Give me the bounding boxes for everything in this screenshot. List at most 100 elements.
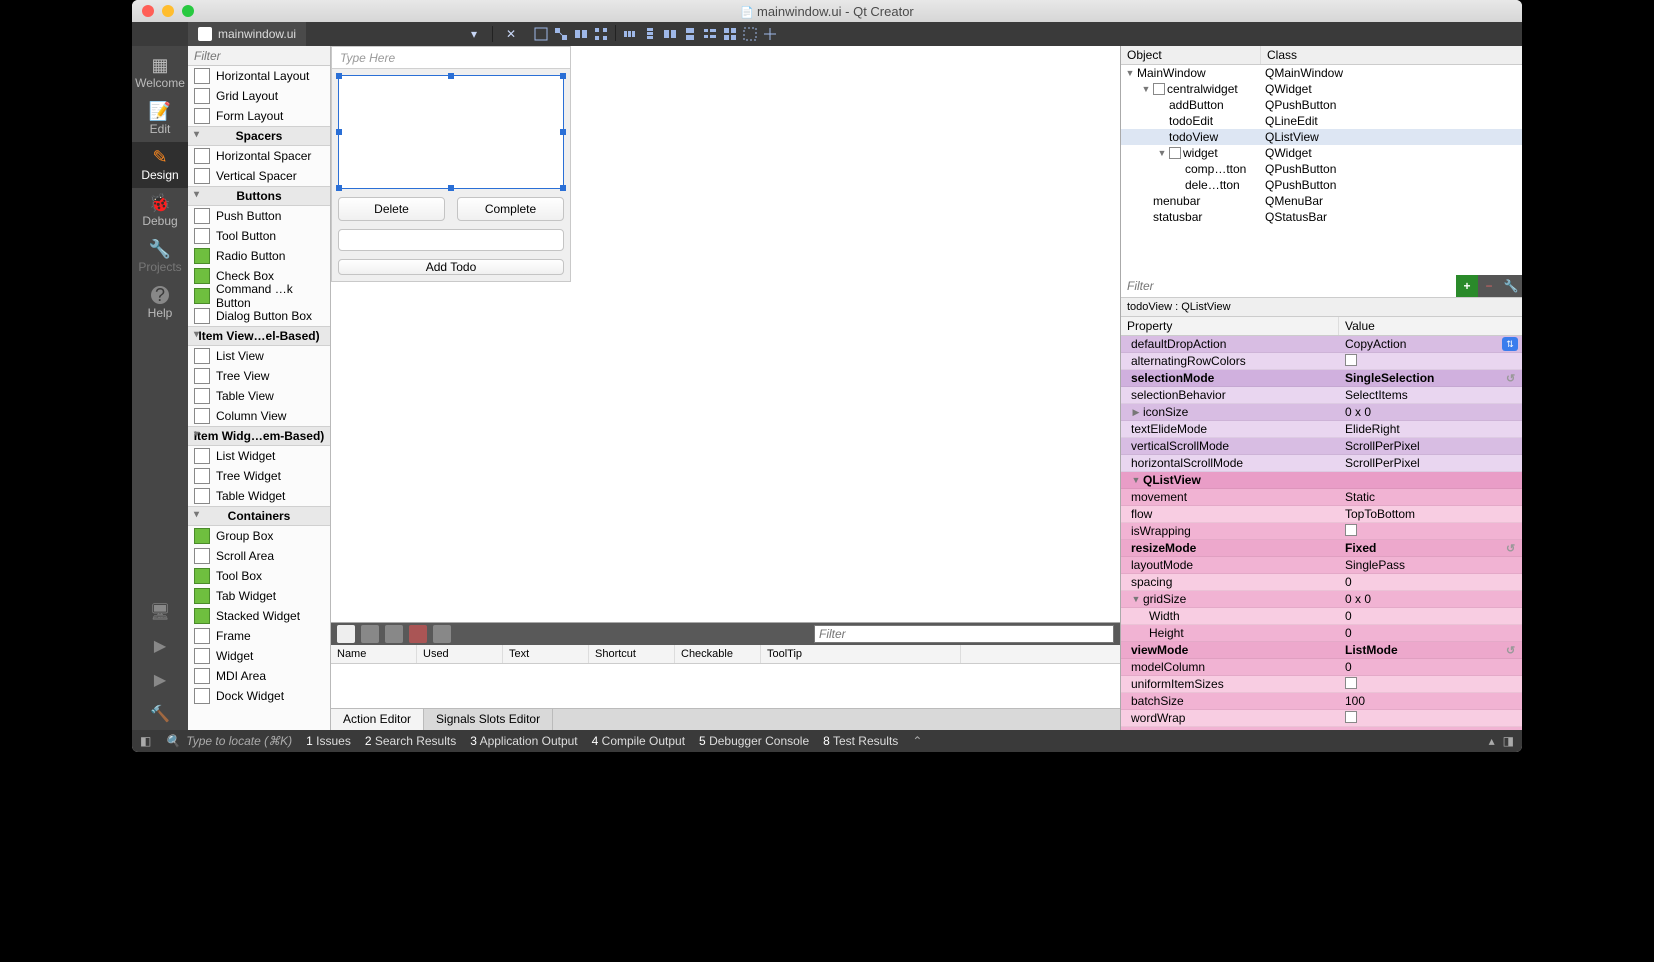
action-column-header[interactable]: Used [417,645,503,663]
paste-action-icon[interactable] [385,625,403,643]
widgetbox-item[interactable]: List View [188,346,330,366]
output-pane-button[interactable]: 2 Search Results [365,734,456,748]
property-row[interactable]: flowTopToBottom [1121,506,1522,523]
widgetbox-item[interactable]: Widget [188,646,330,666]
mode-welcome[interactable]: ▦Welcome [132,50,188,96]
property-row[interactable]: modelColumn0 [1121,659,1522,676]
remove-property-button[interactable]: − [1478,275,1500,297]
run-icon[interactable]: ▶ [154,636,166,656]
widgetbox-item[interactable]: Scroll Area [188,546,330,566]
widgetbox-item[interactable]: Radio Button [188,246,330,266]
delete-action-icon[interactable] [409,625,427,643]
property-row[interactable]: ▼QListView [1121,472,1522,489]
mode-projects[interactable]: 🔧Projects [132,234,188,280]
reset-property-icon[interactable]: ↺ [1506,644,1520,658]
configure-action-icon[interactable] [433,625,451,643]
adjust-size-icon[interactable] [761,25,779,43]
tab-action-editor[interactable]: Action Editor [331,709,424,730]
checkbox[interactable] [1345,524,1357,536]
output-pane-button[interactable]: 5 Debugger Console [699,734,809,748]
widgetbox-item[interactable]: MDI Area [188,666,330,686]
property-row[interactable]: selectionBehaviorSelectItems [1121,387,1522,404]
output-pane-button[interactable]: 8 Test Results [823,734,898,748]
layout-vertical-icon[interactable] [641,25,659,43]
widgetbox-item[interactable]: Tab Widget [188,586,330,606]
delete-button[interactable]: Delete [338,197,445,221]
mode-help[interactable]: ?Help [132,280,188,326]
todo-listview-selected[interactable] [338,75,564,189]
property-row[interactable]: layoutModeSinglePass [1121,557,1522,574]
widgetbox-category[interactable]: Containers [188,506,330,526]
widgetbox-item[interactable]: Command …k Button [188,286,330,306]
widgetbox-item[interactable]: List Widget [188,446,330,466]
design-canvas[interactable]: Type Here Delete Complete [331,46,1120,622]
file-tab[interactable]: mainwindow.ui [188,22,306,46]
output-pane-button[interactable]: 4 Compile Output [592,734,685,748]
widgetbox-item[interactable]: Tool Button [188,226,330,246]
window-minimize-button[interactable] [162,5,174,17]
widgetbox-category[interactable]: Buttons [188,186,330,206]
widgetbox-item[interactable]: Dialog Button Box [188,306,330,326]
close-pane-icon[interactable]: ▴ [1489,734,1495,748]
dropdown-icon[interactable]: ▾ [465,25,483,43]
object-tree-row[interactable]: addButtonQPushButton [1121,97,1522,113]
widgetbox-item[interactable]: Grid Layout [188,86,330,106]
widgetbox-filter-input[interactable] [188,46,330,65]
property-row[interactable]: ▼gridSize0 x 0 [1121,591,1522,608]
checkbox[interactable] [1345,711,1357,723]
property-row[interactable]: textElideModeElideRight [1121,421,1522,438]
action-column-header[interactable]: Shortcut [589,645,675,663]
object-tree-row[interactable]: menubarQMenuBar [1121,193,1522,209]
mode-design[interactable]: ✎Design [132,142,188,188]
property-row[interactable]: uniformItemSizes [1121,676,1522,693]
action-column-header[interactable]: Text [503,645,589,663]
checkbox[interactable] [1345,354,1357,366]
window-close-button[interactable] [142,5,154,17]
widgetbox-item[interactable]: Vertical Spacer [188,166,330,186]
property-row[interactable]: spacing0 [1121,574,1522,591]
disclosure-icon[interactable]: ▼ [1131,594,1141,604]
widgetbox-item[interactable]: Frame [188,626,330,646]
layout-horizontal-icon[interactable] [621,25,639,43]
widgetbox-item[interactable]: Horizontal Spacer [188,146,330,166]
add-property-button[interactable]: + [1456,275,1478,297]
object-tree-row[interactable]: comp…ttonQPushButton [1121,161,1522,177]
layout-grid-icon[interactable] [721,25,739,43]
checkbox[interactable] [1345,677,1357,689]
object-tree-row[interactable]: todoEditQLineEdit [1121,113,1522,129]
new-action-icon[interactable] [337,625,355,643]
widgetbox-item[interactable]: Push Button [188,206,330,226]
widgetbox-item[interactable]: Form Layout [188,106,330,126]
layout-form-icon[interactable] [701,25,719,43]
mode-debug[interactable]: 🐞Debug [132,188,188,234]
widgetbox-item[interactable]: Group Box [188,526,330,546]
widgetbox-item[interactable]: Tree Widget [188,466,330,486]
build-icon[interactable]: 🔨 [150,704,170,724]
copy-action-icon[interactable] [361,625,379,643]
reset-property-icon[interactable]: ↺ [1506,372,1520,386]
action-column-header[interactable]: Name [331,645,417,663]
layout-split-v-icon[interactable] [681,25,699,43]
widgetbox-category[interactable]: Spacers [188,126,330,146]
locator[interactable]: 🔍 Type to locate (⌘K) [165,734,292,748]
widgetbox-item[interactable]: Tree View [188,366,330,386]
property-row[interactable]: ▶iconSize0 x 0 [1121,404,1522,421]
output-pane-button[interactable]: 1 Issues [306,734,351,748]
object-tree-row[interactable]: ▼centralwidgetQWidget [1121,81,1522,97]
edit-signals-icon[interactable] [552,25,570,43]
action-filter-input[interactable] [814,625,1114,643]
object-tree-row[interactable]: statusbarQStatusBar [1121,209,1522,225]
form-menubar-hint[interactable]: Type Here [332,47,570,69]
widgetbox-item[interactable]: Column View [188,406,330,426]
property-row[interactable]: movementStatic [1121,489,1522,506]
target-icon[interactable]: 🖥 [150,602,170,622]
window-maximize-button[interactable] [182,5,194,17]
property-filter-input[interactable] [1121,275,1456,297]
property-row[interactable]: resizeModeFixed↺ [1121,540,1522,557]
property-row[interactable]: Width0 [1121,608,1522,625]
action-column-header[interactable]: Checkable [675,645,761,663]
property-row[interactable]: alternatingRowColors [1121,353,1522,370]
property-row[interactable]: wordWrap [1121,710,1522,727]
complete-button[interactable]: Complete [457,197,564,221]
run-debug-icon[interactable]: ▶ [154,670,166,690]
